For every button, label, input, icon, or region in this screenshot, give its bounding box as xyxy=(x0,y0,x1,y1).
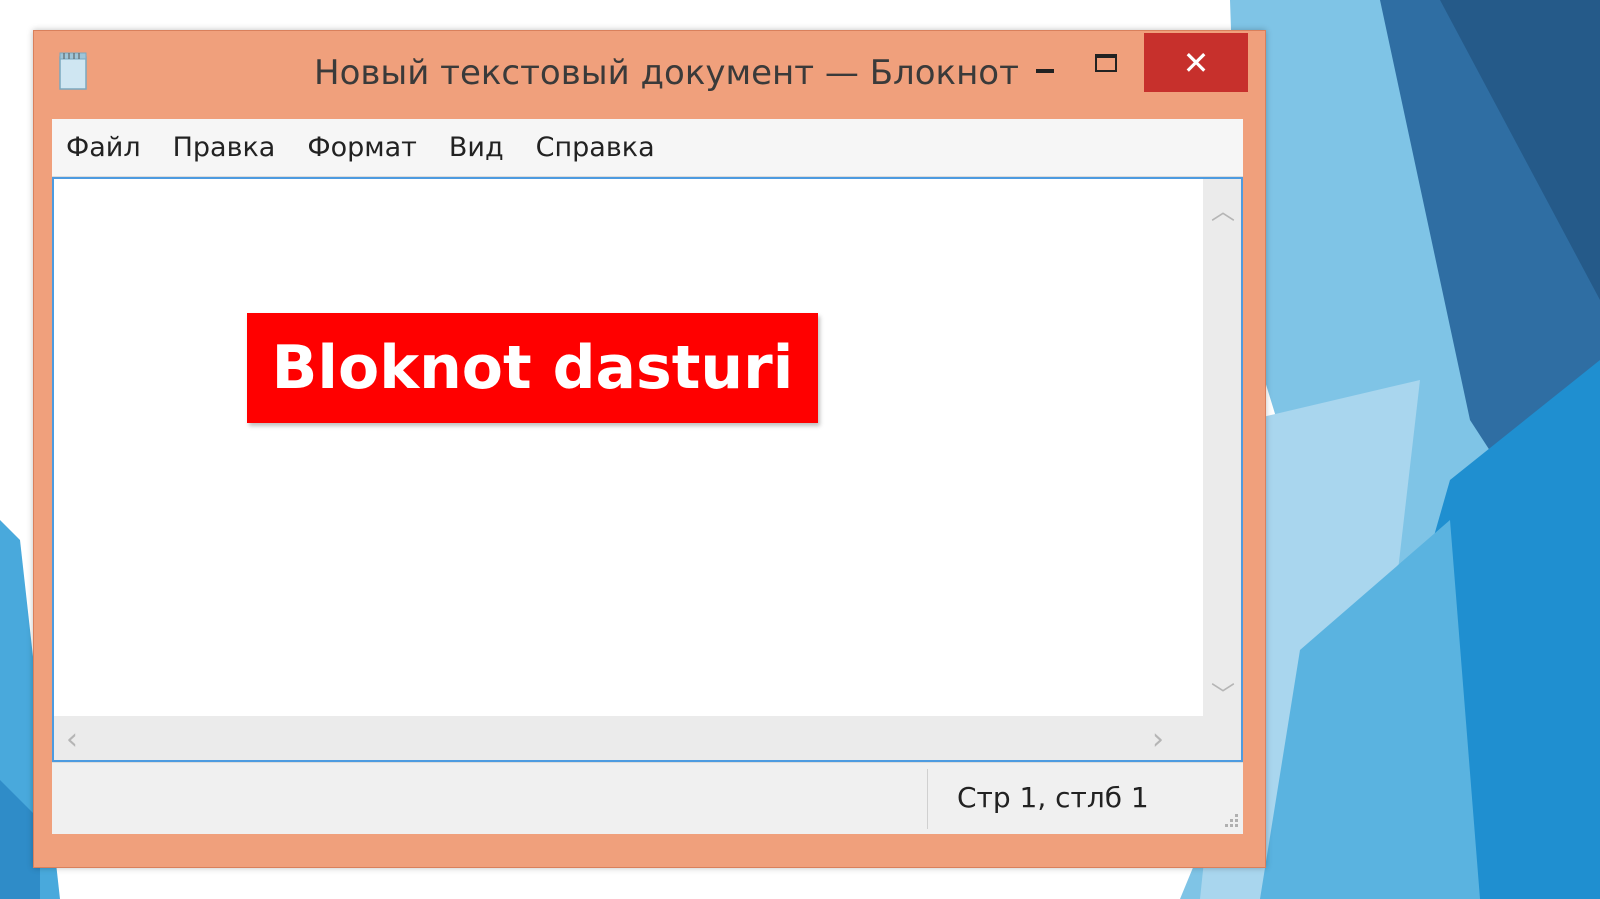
notepad-window: Новый текстовый документ — Блокнот ✕ Фай… xyxy=(33,30,1266,868)
menu-bar: Файл Правка Формат Вид Справка xyxy=(52,119,1243,177)
vertical-scrollbar[interactable]: ︿ ﹀ xyxy=(1203,179,1241,716)
minimize-button[interactable] xyxy=(1024,49,1069,89)
cursor-position: Стр 1, стлб 1 xyxy=(957,781,1149,814)
status-bar: Стр 1, стлб 1 xyxy=(52,762,1243,834)
menu-file[interactable]: Файл xyxy=(66,132,141,163)
scroll-down-icon[interactable]: ﹀ xyxy=(1211,675,1235,710)
title-bar[interactable]: Новый текстовый документ — Блокнот ✕ xyxy=(34,31,1265,119)
resize-grip-icon[interactable] xyxy=(1221,812,1239,830)
text-editor-area[interactable]: Bloknot dasturi ︿ ﹀ ‹ › xyxy=(52,177,1243,762)
notepad-icon xyxy=(59,52,87,90)
scrollbar-corner xyxy=(1203,716,1241,760)
menu-edit[interactable]: Правка xyxy=(173,132,276,163)
menu-help[interactable]: Справка xyxy=(536,132,655,163)
close-button[interactable]: ✕ xyxy=(1144,33,1248,92)
menu-view[interactable]: Вид xyxy=(449,132,504,163)
maximize-button[interactable] xyxy=(1084,49,1129,89)
bloknot-dasturi-banner: Bloknot dasturi xyxy=(247,313,818,423)
scroll-up-icon[interactable]: ︿ xyxy=(1211,191,1235,226)
close-icon: ✕ xyxy=(1182,43,1210,82)
menu-format[interactable]: Формат xyxy=(307,132,417,163)
horizontal-scrollbar[interactable]: ‹ › xyxy=(54,716,1203,760)
scroll-left-icon[interactable]: ‹ xyxy=(66,722,78,757)
window-title: Новый текстовый документ — Блокнот xyxy=(314,53,1019,93)
status-divider xyxy=(927,769,928,829)
scroll-right-icon[interactable]: › xyxy=(1152,722,1164,757)
